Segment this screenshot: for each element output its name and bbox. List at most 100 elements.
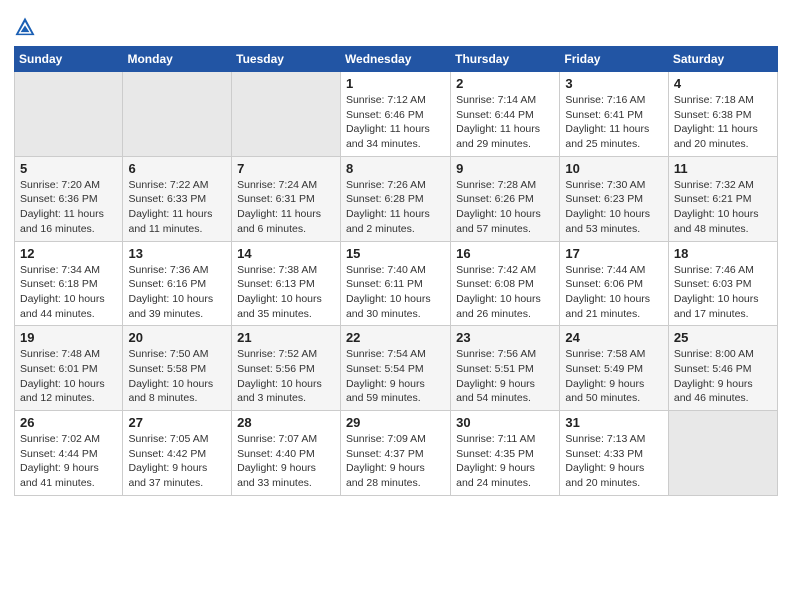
calendar-cell: 22Sunrise: 7:54 AM Sunset: 5:54 PM Dayli… (340, 326, 450, 411)
calendar-cell (668, 411, 777, 496)
day-number: 20 (128, 330, 226, 345)
calendar-cell: 12 Sunrise: 7:34 AM Sunset: 6:18 PM Dayli… (15, 241, 123, 326)
calendar-cell: 10Sunrise: 7:30 AM Sunset: 6:23 PM Dayli… (560, 156, 668, 241)
logo (14, 14, 38, 38)
day-info: Sunrise: 7:12 AM Sunset: 6:46 PM Dayligh… (346, 93, 445, 152)
day-info: Sunrise: 7:22 AM Sunset: 6:33 PM Dayligh… (128, 178, 226, 237)
day-info: Sunrise: 7:18 AM Sunset: 6:38 PM Dayligh… (674, 93, 772, 152)
day-number: 26 (20, 415, 117, 430)
day-info: Sunrise: 7:07 AM Sunset: 4:40 PM Dayligh… (237, 432, 335, 491)
calendar-cell (15, 72, 123, 157)
calendar-cell: 18 Sunrise: 7:46 AM Sunset: 6:03 PM Dayli… (668, 241, 777, 326)
weekday-header-row: SundayMondayTuesdayWednesdayThursdayFrid… (15, 47, 778, 72)
day-info: Sunrise: 7:05 AM Sunset: 4:42 PM Dayligh… (128, 432, 226, 491)
calendar-cell: 16 Sunrise: 7:42 AM Sunset: 6:08 PM Dayli… (451, 241, 560, 326)
day-info: Sunrise: 7:46 AM Sunset: 6:03 PM Dayligh… (674, 263, 772, 322)
day-info: Sunrise: 7:50 AM Sunset: 5:58 PM Dayligh… (128, 347, 226, 406)
day-info: Sunrise: 8:00 AM Sunset: 5:46 PM Dayligh… (674, 347, 772, 406)
calendar-cell: 25 Sunrise: 8:00 AM Sunset: 5:46 PM Dayli… (668, 326, 777, 411)
day-number: 13 (128, 246, 226, 261)
calendar-cell: 31 Sunrise: 7:13 AM Sunset: 4:33 PM Dayli… (560, 411, 668, 496)
day-number: 16 (456, 246, 554, 261)
day-number: 1 (346, 76, 445, 91)
day-info: Sunrise: 7:16 AM Sunset: 6:41 PM Dayligh… (565, 93, 662, 152)
day-number: 19 (20, 330, 117, 345)
day-info: Sunrise: 7:32 AM Sunset: 6:21 PM Dayligh… (674, 178, 772, 237)
calendar-cell: 4 Sunrise: 7:18 AM Sunset: 6:38 PM Daylig… (668, 72, 777, 157)
calendar-cell: 27 Sunrise: 7:05 AM Sunset: 4:42 PM Dayli… (123, 411, 232, 496)
day-number: 11 (674, 161, 772, 176)
day-info: Sunrise: 7:11 AM Sunset: 4:35 PM Dayligh… (456, 432, 554, 491)
calendar-week-row: 1 Sunrise: 7:12 AM Sunset: 6:46 PM Daylig… (15, 72, 778, 157)
calendar-week-row: 5Sunrise: 7:20 AM Sunset: 6:36 PM Daylig… (15, 156, 778, 241)
calendar-cell: 20 Sunrise: 7:50 AM Sunset: 5:58 PM Dayli… (123, 326, 232, 411)
weekday-header-sunday: Sunday (15, 47, 123, 72)
calendar-cell: 23 Sunrise: 7:56 AM Sunset: 5:51 PM Dayli… (451, 326, 560, 411)
calendar-week-row: 19 Sunrise: 7:48 AM Sunset: 6:01 PM Dayli… (15, 326, 778, 411)
day-number: 30 (456, 415, 554, 430)
day-info: Sunrise: 7:38 AM Sunset: 6:13 PM Dayligh… (237, 263, 335, 322)
weekday-header-thursday: Thursday (451, 47, 560, 72)
day-number: 22 (346, 330, 445, 345)
day-number: 23 (456, 330, 554, 345)
calendar-cell: 1 Sunrise: 7:12 AM Sunset: 6:46 PM Daylig… (340, 72, 450, 157)
calendar-table: SundayMondayTuesdayWednesdayThursdayFrid… (14, 46, 778, 496)
calendar-cell: 30 Sunrise: 7:11 AM Sunset: 4:35 PM Dayli… (451, 411, 560, 496)
day-info: Sunrise: 7:34 AM Sunset: 6:18 PM Dayligh… (20, 263, 117, 322)
calendar-cell: 9 Sunrise: 7:28 AM Sunset: 6:26 PM Daylig… (451, 156, 560, 241)
day-number: 6 (128, 161, 226, 176)
calendar-cell (232, 72, 341, 157)
calendar-cell: 14 Sunrise: 7:38 AM Sunset: 6:13 PM Dayli… (232, 241, 341, 326)
day-number: 28 (237, 415, 335, 430)
day-info: Sunrise: 7:58 AM Sunset: 5:49 PM Dayligh… (565, 347, 662, 406)
day-number: 2 (456, 76, 554, 91)
day-number: 10 (565, 161, 662, 176)
day-number: 15 (346, 246, 445, 261)
day-number: 25 (674, 330, 772, 345)
calendar-cell: 21 Sunrise: 7:52 AM Sunset: 5:56 PM Dayli… (232, 326, 341, 411)
day-number: 18 (674, 246, 772, 261)
calendar-cell: 17Sunrise: 7:44 AM Sunset: 6:06 PM Dayli… (560, 241, 668, 326)
calendar-cell: 2 Sunrise: 7:14 AM Sunset: 6:44 PM Daylig… (451, 72, 560, 157)
calendar-week-row: 26Sunrise: 7:02 AM Sunset: 4:44 PM Dayli… (15, 411, 778, 496)
calendar-cell: 24 Sunrise: 7:58 AM Sunset: 5:49 PM Dayli… (560, 326, 668, 411)
weekday-header-monday: Monday (123, 47, 232, 72)
calendar-cell: 26Sunrise: 7:02 AM Sunset: 4:44 PM Dayli… (15, 411, 123, 496)
day-info: Sunrise: 7:48 AM Sunset: 6:01 PM Dayligh… (20, 347, 117, 406)
day-info: Sunrise: 7:52 AM Sunset: 5:56 PM Dayligh… (237, 347, 335, 406)
header (14, 10, 778, 38)
day-info: Sunrise: 7:56 AM Sunset: 5:51 PM Dayligh… (456, 347, 554, 406)
day-number: 21 (237, 330, 335, 345)
calendar-cell: 8Sunrise: 7:26 AM Sunset: 6:28 PM Daylig… (340, 156, 450, 241)
weekday-header-friday: Friday (560, 47, 668, 72)
day-info: Sunrise: 7:13 AM Sunset: 4:33 PM Dayligh… (565, 432, 662, 491)
page: SundayMondayTuesdayWednesdayThursdayFrid… (0, 0, 792, 612)
day-number: 3 (565, 76, 662, 91)
calendar-cell: 19 Sunrise: 7:48 AM Sunset: 6:01 PM Dayli… (15, 326, 123, 411)
day-info: Sunrise: 7:09 AM Sunset: 4:37 PM Dayligh… (346, 432, 445, 491)
day-number: 27 (128, 415, 226, 430)
day-number: 7 (237, 161, 335, 176)
calendar-week-row: 12 Sunrise: 7:34 AM Sunset: 6:18 PM Dayli… (15, 241, 778, 326)
day-number: 31 (565, 415, 662, 430)
day-info: Sunrise: 7:14 AM Sunset: 6:44 PM Dayligh… (456, 93, 554, 152)
day-number: 9 (456, 161, 554, 176)
day-number: 14 (237, 246, 335, 261)
calendar-cell: 11 Sunrise: 7:32 AM Sunset: 6:21 PM Dayli… (668, 156, 777, 241)
day-info: Sunrise: 7:26 AM Sunset: 6:28 PM Dayligh… (346, 178, 445, 237)
calendar-cell: 13Sunrise: 7:36 AM Sunset: 6:16 PM Dayli… (123, 241, 232, 326)
day-number: 24 (565, 330, 662, 345)
day-number: 5 (20, 161, 117, 176)
day-info: Sunrise: 7:42 AM Sunset: 6:08 PM Dayligh… (456, 263, 554, 322)
calendar-cell: 7Sunrise: 7:24 AM Sunset: 6:31 PM Daylig… (232, 156, 341, 241)
day-info: Sunrise: 7:28 AM Sunset: 6:26 PM Dayligh… (456, 178, 554, 237)
calendar-cell: 3 Sunrise: 7:16 AM Sunset: 6:41 PM Daylig… (560, 72, 668, 157)
day-number: 29 (346, 415, 445, 430)
day-number: 17 (565, 246, 662, 261)
calendar-cell: 6 Sunrise: 7:22 AM Sunset: 6:33 PM Daylig… (123, 156, 232, 241)
weekday-header-tuesday: Tuesday (232, 47, 341, 72)
day-number: 4 (674, 76, 772, 91)
weekday-header-saturday: Saturday (668, 47, 777, 72)
calendar-cell (123, 72, 232, 157)
day-number: 12 (20, 246, 117, 261)
